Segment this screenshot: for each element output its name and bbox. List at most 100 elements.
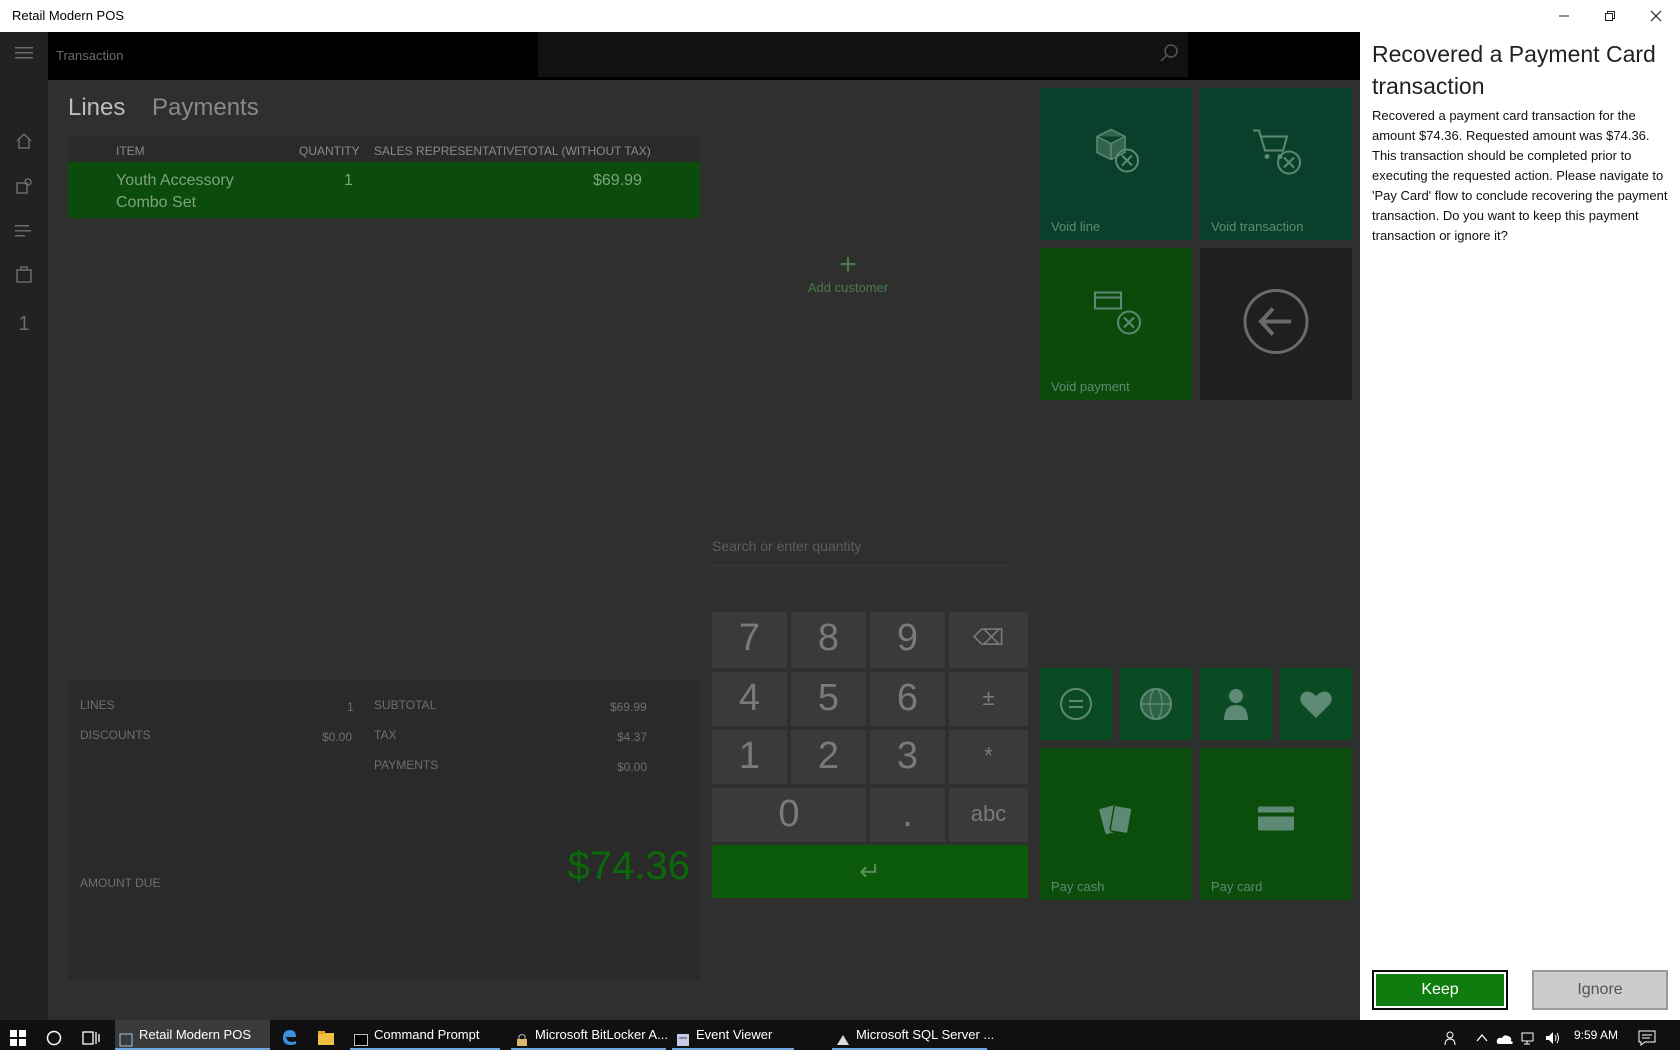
abc-key[interactable]: abc bbox=[949, 788, 1028, 842]
cart-void-icon bbox=[1249, 122, 1303, 181]
pay-cash-label: Pay cash bbox=[1051, 879, 1105, 894]
taskbar-label: Event Viewer bbox=[696, 1027, 773, 1042]
globe-icon bbox=[1140, 688, 1172, 720]
network-icon[interactable] bbox=[1520, 1027, 1536, 1045]
pos-app-icon bbox=[119, 1028, 133, 1047]
key-0[interactable]: 0 bbox=[712, 788, 866, 842]
heart-icon bbox=[1300, 691, 1332, 718]
credit-card-icon bbox=[1254, 800, 1298, 841]
add-customer-label: Add customer bbox=[807, 280, 889, 295]
col-sales-rep[interactable]: SALES REPRESENTATIVE bbox=[374, 144, 522, 158]
page-title: Transaction bbox=[56, 48, 124, 63]
col-quantity[interactable]: QUANTITY bbox=[299, 144, 360, 158]
key-7[interactable]: 7 bbox=[712, 612, 787, 668]
restore-icon[interactable] bbox=[1598, 6, 1622, 28]
sidebar: 1 bbox=[0, 32, 48, 1020]
subtotal-label: SUBTOTAL bbox=[374, 698, 437, 712]
col-total[interactable]: TOTAL (WITHOUT TAX) bbox=[521, 144, 651, 158]
search-circle-icon[interactable] bbox=[46, 1027, 62, 1046]
void-transaction-tile[interactable]: Void transaction bbox=[1200, 88, 1352, 240]
key-5[interactable]: 5 bbox=[791, 672, 866, 726]
payment-void-icon bbox=[1089, 282, 1143, 341]
multiply-key[interactable]: * bbox=[949, 730, 1028, 784]
enter-button[interactable]: ↵ bbox=[712, 845, 1028, 898]
task-view-icon[interactable] bbox=[82, 1027, 100, 1045]
totals-panel: LINES 1 DISCOUNTS $0.00 SUBTOTAL $69.99 … bbox=[68, 680, 700, 980]
customer-tile[interactable] bbox=[1200, 668, 1272, 740]
key-1[interactable]: 1 bbox=[712, 730, 787, 784]
key-4[interactable]: 4 bbox=[712, 672, 787, 726]
minimize-icon[interactable] bbox=[1552, 6, 1576, 28]
hamburger-menu-icon[interactable] bbox=[12, 42, 36, 66]
person-icon bbox=[1224, 689, 1248, 720]
backspace-key[interactable]: ⌫ bbox=[949, 612, 1028, 668]
void-line-tile[interactable]: Void line bbox=[1040, 88, 1192, 240]
search-icon[interactable] bbox=[1158, 42, 1182, 66]
table-row[interactable]: Youth Accessory Combo Set 1 $69.99 bbox=[68, 162, 700, 218]
key-9[interactable]: 9 bbox=[870, 612, 945, 668]
tab-payments[interactable]: Payments bbox=[152, 94, 259, 122]
people-icon[interactable] bbox=[1444, 1027, 1460, 1046]
void-line-label: Void line bbox=[1051, 219, 1101, 234]
pay-cash-tile[interactable]: Pay cash bbox=[1040, 748, 1192, 900]
row-item-name-2: Combo Set bbox=[116, 194, 197, 211]
key-8[interactable]: 8 bbox=[791, 612, 866, 668]
back-tile[interactable] bbox=[1200, 248, 1352, 400]
chevron-up-icon[interactable] bbox=[1476, 1027, 1488, 1043]
edge-browser-icon[interactable] bbox=[280, 1027, 298, 1045]
decimal-key[interactable]: . bbox=[870, 788, 945, 842]
recovered-transaction-dialog: Recovered a Payment Card transaction Rec… bbox=[1360, 0, 1680, 1020]
key-6[interactable]: 6 bbox=[870, 672, 945, 726]
action-center-icon[interactable] bbox=[1638, 1027, 1656, 1046]
col-item[interactable]: ITEM bbox=[116, 144, 145, 158]
void-payment-label: Void payment bbox=[1051, 379, 1130, 394]
dialog-message: Recovered a payment card transaction for… bbox=[1372, 108, 1668, 243]
top-bar: Transaction bbox=[48, 32, 1360, 80]
ignore-button[interactable]: Ignore bbox=[1532, 970, 1668, 1010]
taskbar-label: Microsoft SQL Server ... bbox=[856, 1027, 995, 1042]
command-prompt-icon bbox=[354, 1028, 368, 1046]
taskbar-label: Microsoft BitLocker A... bbox=[535, 1027, 668, 1042]
pay-card-tile[interactable]: Pay card bbox=[1200, 748, 1352, 900]
close-icon[interactable] bbox=[1644, 6, 1668, 28]
products-icon[interactable] bbox=[12, 177, 36, 201]
taskbar-item-event-viewer[interactable]: Event Viewer bbox=[672, 1020, 794, 1050]
cart-count-badge[interactable]: 1 bbox=[12, 312, 36, 336]
volume-icon[interactable] bbox=[1544, 1027, 1562, 1044]
quantity-search-input[interactable]: Search or enter quantity bbox=[712, 526, 1008, 566]
list-equals-tile[interactable] bbox=[1040, 668, 1112, 740]
home-icon[interactable] bbox=[12, 132, 36, 156]
top-search-box[interactable] bbox=[538, 32, 1188, 77]
list-icon[interactable] bbox=[12, 220, 36, 244]
back-arrow-icon bbox=[1241, 287, 1311, 362]
taskbar-item-pos[interactable]: Retail Modern POS bbox=[115, 1020, 270, 1050]
taskbar-item-bitlocker[interactable]: Microsoft BitLocker A... bbox=[511, 1020, 668, 1050]
key-2[interactable]: 2 bbox=[791, 730, 866, 784]
add-customer-button[interactable]: + Add customer bbox=[768, 248, 928, 296]
void-payment-tile[interactable]: Void payment bbox=[1040, 248, 1192, 400]
lines-grid-header: ITEM QUANTITY SALES REPRESENTATIVE TOTAL… bbox=[68, 136, 700, 162]
discounts-value: $0.00 bbox=[322, 730, 353, 744]
key-3[interactable]: 3 bbox=[870, 730, 945, 784]
taskbar-item-cmd[interactable]: Command Prompt bbox=[350, 1020, 500, 1050]
discounts-label: DISCOUNTS bbox=[80, 728, 151, 742]
favorites-tile[interactable] bbox=[1280, 668, 1352, 740]
bag-icon[interactable] bbox=[12, 265, 36, 289]
onedrive-icon[interactable] bbox=[1496, 1027, 1514, 1044]
windows-taskbar: Retail Modern POS Command Prompt Microso… bbox=[0, 1020, 1680, 1050]
row-item-name: Youth Accessory bbox=[116, 172, 234, 189]
taskbar-item-sql[interactable]: Microsoft SQL Server ... bbox=[832, 1020, 994, 1050]
keep-button[interactable]: Keep bbox=[1372, 970, 1508, 1010]
tab-lines[interactable]: Lines bbox=[68, 94, 125, 122]
plus-icon: + bbox=[839, 248, 857, 281]
start-windows-icon[interactable] bbox=[10, 1027, 26, 1046]
search-placeholder: Search or enter quantity bbox=[712, 538, 862, 554]
window-titlebar: Retail Modern POS bbox=[0, 0, 1360, 32]
clock[interactable]: 9:59 AM bbox=[1574, 1020, 1618, 1050]
dialog-title: Recovered a Payment Card transaction bbox=[1372, 41, 1656, 99]
sql-server-icon bbox=[836, 1028, 850, 1045]
globe-tile[interactable] bbox=[1120, 668, 1192, 740]
plus-minus-key[interactable]: ± bbox=[949, 672, 1028, 726]
file-explorer-icon[interactable] bbox=[317, 1027, 335, 1045]
payments-label: PAYMENTS bbox=[374, 758, 439, 772]
